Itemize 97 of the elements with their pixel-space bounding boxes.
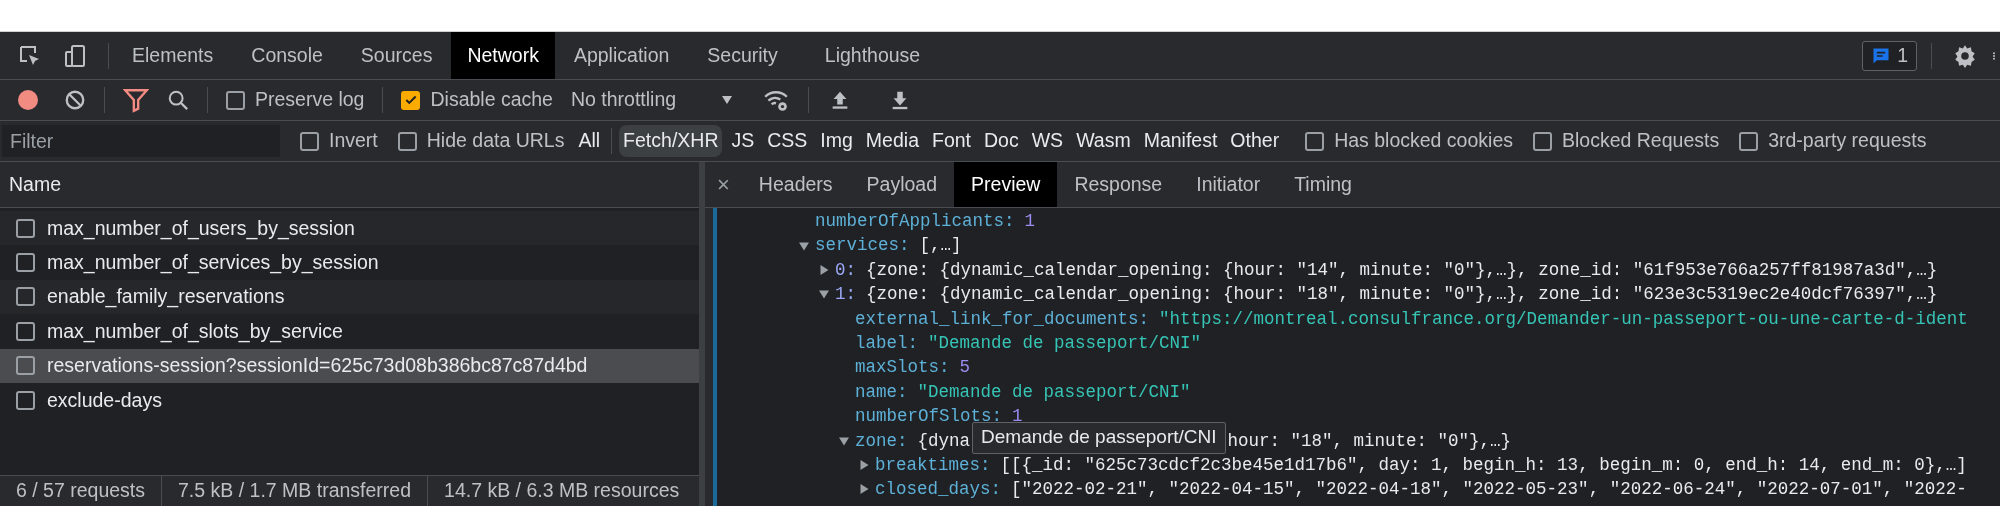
filter-icon[interactable] xyxy=(123,87,149,113)
checkbox[interactable] xyxy=(1305,131,1325,151)
json-key: zone: xyxy=(855,427,908,454)
tooltip: Demande de passeport/CNI xyxy=(972,421,1226,454)
clear-icon[interactable] xyxy=(64,89,86,111)
request-name[interactable]: max_number_of_users_by_session xyxy=(47,213,355,243)
request-name[interactable]: reservations-session?sessionId=625c73d08b386bc87c87d4bd xyxy=(47,351,588,381)
expand-arrow-icon[interactable] xyxy=(818,288,830,301)
json-value: {dyna xyxy=(917,429,971,453)
request-name[interactable]: exclude-days xyxy=(47,385,162,415)
checkbox-label[interactable]: Blocked Requests xyxy=(1562,126,1720,156)
expand-arrow-icon[interactable] xyxy=(858,459,870,472)
checkbox-label[interactable]: Has blocked cookies xyxy=(1334,126,1513,156)
type-filter[interactable]: Other xyxy=(1226,125,1284,157)
json-key: numberOfApplicants: xyxy=(815,208,1015,235)
checkbox-label[interactable]: Preserve log xyxy=(255,85,365,115)
type-filter[interactable]: Doc xyxy=(980,125,1023,157)
panel-tab[interactable]: Elements xyxy=(113,32,233,79)
request-row[interactable]: enable_family_reservations xyxy=(0,279,699,315)
type-filter[interactable]: JS xyxy=(727,125,759,157)
row-checkbox[interactable] xyxy=(16,218,35,238)
json-key: 1: xyxy=(835,281,856,308)
expand-arrow-icon[interactable] xyxy=(858,483,870,496)
json-value: {zone: {dynamic_calendar_opening: {hour: "14", minute: "0"},…}, zone_id: "61f953e766a257ff81987a3d",…} xyxy=(866,258,1938,282)
type-filter[interactable]: Font xyxy=(928,125,975,157)
checkbox-label[interactable]: 3rd-party requests xyxy=(1768,126,1927,156)
detail-tab[interactable]: Response xyxy=(1057,162,1180,207)
status-text: 7.5 kB / 1.7 MB transferred xyxy=(161,476,428,506)
json-value: [[{_id: "625c73cdcf2c3be45e1d17b6", day: 1, begin_h: 13, begin_m: 0, end_h: 14, end_m: 0},…] xyxy=(1000,454,1967,477)
json-key: external_link_for_documents: xyxy=(855,305,1150,332)
panel-tab[interactable]: Console xyxy=(232,32,342,79)
json-key: closed_days: xyxy=(875,476,1002,503)
json-value: "Demande de passeport/CNI" xyxy=(928,332,1202,356)
json-key: name: xyxy=(855,378,908,406)
json-value: "Demande de passeport/CNI" xyxy=(917,380,1191,404)
row-checkbox[interactable] xyxy=(16,287,35,307)
type-filter[interactable]: WS xyxy=(1027,125,1068,157)
json-value: 1 xyxy=(1024,210,1036,234)
detail-tab[interactable]: Preview xyxy=(954,162,1058,207)
checkbox[interactable] xyxy=(397,131,417,151)
panel-tab[interactable]: Network xyxy=(451,32,555,79)
type-filter[interactable]: All xyxy=(574,125,605,157)
json-value: "https://montreal.consulfrance.org/Demander-un-passeport-ou-une-carte-d-ident xyxy=(1159,307,1968,331)
row-checkbox[interactable] xyxy=(16,321,35,341)
detail-tab[interactable]: Headers xyxy=(741,162,850,207)
json-key: maxSlots: xyxy=(855,354,950,381)
request-name[interactable]: max_number_of_slots_by_service xyxy=(47,316,343,346)
column-header[interactable]: Name xyxy=(0,162,699,208)
filter-field[interactable]: Filter xyxy=(2,125,280,157)
type-filter[interactable]: Img xyxy=(816,125,857,157)
status-text: 6 / 57 requests xyxy=(15,478,146,504)
request-row[interactable]: max_number_of_users_by_session xyxy=(0,211,699,246)
checkbox[interactable] xyxy=(226,90,245,110)
type-filter[interactable]: Wasm xyxy=(1072,125,1135,157)
type-filter[interactable]: Fetch/XHR xyxy=(619,125,723,157)
row-checkbox[interactable] xyxy=(16,253,35,273)
record-icon[interactable] xyxy=(16,88,40,112)
detail-tab[interactable]: Payload xyxy=(849,162,955,207)
panel-tab[interactable]: Lighthouse xyxy=(796,32,949,79)
check-icon xyxy=(403,93,418,107)
checkbox[interactable] xyxy=(1739,131,1759,151)
checkbox[interactable] xyxy=(401,90,421,110)
checkbox[interactable] xyxy=(1533,131,1552,151)
type-filter[interactable]: CSS xyxy=(763,125,812,157)
json-value: [,…] xyxy=(919,234,962,258)
status-text: 14.7 kB / 6.3 MB resources xyxy=(427,476,696,506)
request-name[interactable]: max_number_of_services_by_session xyxy=(47,247,379,278)
detail-tab[interactable]: Timing xyxy=(1277,162,1369,207)
request-name[interactable]: enable_family_reservations xyxy=(47,282,285,312)
checkbox[interactable] xyxy=(300,131,319,151)
type-filter[interactable]: Manifest xyxy=(1139,125,1222,157)
row-checkbox[interactable] xyxy=(16,356,35,376)
json-key: services: xyxy=(815,232,910,259)
search-icon[interactable] xyxy=(167,89,189,111)
checkbox-label[interactable]: Hide data URLs xyxy=(426,126,565,156)
device-icon[interactable] xyxy=(64,42,88,69)
expand-arrow-icon[interactable] xyxy=(818,263,830,276)
checkbox-label[interactable]: Invert xyxy=(329,126,378,156)
checkbox-label[interactable]: Disable cache xyxy=(430,85,553,115)
panel-tab[interactable]: Security xyxy=(688,32,797,79)
json-key: 0: xyxy=(835,256,856,284)
throttling-dropdown[interactable]: No throttling xyxy=(570,85,735,115)
json-key: breaktimes: xyxy=(875,452,991,479)
issues-button[interactable]: 1 xyxy=(1862,40,1917,71)
json-value: 5 xyxy=(959,356,971,380)
close-button[interactable]: × xyxy=(705,162,742,207)
panel-tab[interactable]: Application xyxy=(554,32,689,79)
row-checkbox[interactable] xyxy=(16,390,35,410)
request-row[interactable]: reservations-session?sessionId=625c73d08b386bc87c87d4bd xyxy=(0,348,699,383)
detail-tab[interactable]: Initiator xyxy=(1179,162,1278,207)
panel-tab[interactable]: Sources xyxy=(341,32,452,79)
json-value: {zone: {dynamic_calendar_opening: {hour: "18", minute: "0"},…}, zone_id: "623e3c5319ec2e40dcf76397",…} xyxy=(866,283,1938,307)
json-value: ["2022-02-21", "2022-04-15", "2022-04-18", "2022-05-23", "2022-06-24", "2022-07-01", "2022- xyxy=(1011,478,1967,502)
dropdown-arrow-icon[interactable] xyxy=(720,94,735,106)
type-filter[interactable]: Media xyxy=(861,125,923,157)
json-value: hour: "18", minute: "0"},…} xyxy=(1227,429,1512,453)
json-key: label: xyxy=(855,330,918,357)
